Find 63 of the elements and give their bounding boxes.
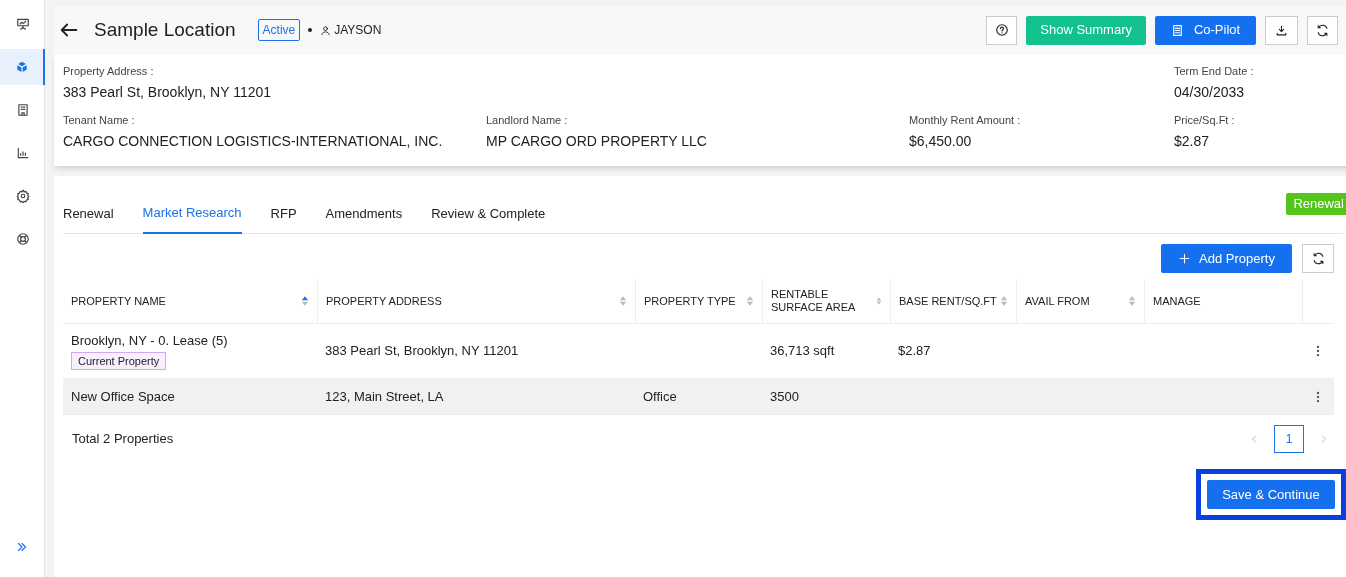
current-property-tag: Current Property <box>71 352 167 370</box>
field-value: CARGO CONNECTION LOGISTICS-INTERNATIONAL, INC. <box>63 132 444 150</box>
table-cell: 36,713 sqft <box>770 343 835 358</box>
refresh-icon <box>1316 23 1329 37</box>
renewal-ribbon: Renewal <box>1286 193 1346 215</box>
tab[interactable]: Market Research <box>142 194 242 234</box>
user-icon <box>320 24 332 36</box>
download-icon <box>1275 23 1288 37</box>
download-button[interactable] <box>1265 15 1298 45</box>
field-value: MP CARGO ORD PROPERTY LLC <box>486 132 708 150</box>
help-button[interactable] <box>986 15 1018 45</box>
bar-chart-icon <box>15 146 30 160</box>
field-label: Monthly Rent Amount : <box>909 113 1022 127</box>
table-cell: 3500 <box>770 388 799 404</box>
table-cell: Brooklyn, NY - 0. Lease (5) <box>71 333 228 348</box>
refresh-icon <box>1311 252 1325 265</box>
table-cell: New Office Space <box>71 388 175 404</box>
tab[interactable]: Review & Complete <box>431 194 546 234</box>
field-value: 04/30/2033 <box>1174 83 1246 101</box>
page-title: Sample Location <box>94 17 236 42</box>
field-label: Term End Date : <box>1174 64 1255 78</box>
field-value: 383 Pearl St, Brooklyn, NY 11201 <box>63 83 273 101</box>
sidebar-item[interactable] <box>0 49 45 85</box>
user-name: JAYSON <box>334 22 382 39</box>
presentation-icon <box>15 17 30 31</box>
building-icon <box>15 103 30 117</box>
status-badge: Active <box>257 19 301 41</box>
table-row[interactable]: New Office Space 123, Main Street, LA Office 3500 <box>63 379 1334 415</box>
sort-icon[interactable] <box>301 295 309 307</box>
total-count: Total 2 Properties <box>71 430 174 449</box>
table-cell: 123, Main Street, LA <box>325 388 444 404</box>
refresh-button[interactable] <box>1302 244 1334 273</box>
save-continue-button[interactable]: Save & Continue <box>1207 480 1335 509</box>
field-label: Price/Sq.Ft : <box>1174 113 1236 127</box>
column-header: MANAGE <box>1153 294 1201 308</box>
column-header: PROPERTY TYPE <box>644 294 736 308</box>
table-cell: Office <box>643 388 677 404</box>
field-label: Tenant Name : <box>63 113 136 127</box>
column-header: PROPERTY NAME <box>71 294 166 308</box>
field-label: Property Address : <box>63 64 155 78</box>
plus-icon <box>1178 252 1192 265</box>
co-pilot-button[interactable]: Co-Pilot <box>1155 15 1256 45</box>
refresh-button[interactable] <box>1307 15 1338 45</box>
table-cell: 383 Pearl St, Brooklyn, NY 11201 <box>325 343 519 358</box>
column-header: AVAIL FROM <box>1025 294 1090 308</box>
lifebuoy-icon <box>15 232 30 246</box>
column-header: BASE RENT/SQ.FT <box>899 294 997 308</box>
column-header: RENTABLE SURFACE AREA <box>771 288 857 314</box>
cube-icon <box>14 60 29 74</box>
help-icon <box>994 23 1009 37</box>
field-label: Landlord Name : <box>486 113 569 127</box>
table-cell: $2.87 <box>898 343 931 358</box>
expand-icon[interactable] <box>15 540 29 554</box>
document-icon <box>1170 23 1184 37</box>
add-property-button[interactable]: Add Property <box>1161 244 1292 273</box>
settings-icon <box>15 189 30 203</box>
tab[interactable]: RFP <box>270 194 297 234</box>
tab[interactable]: Renewal <box>63 194 114 234</box>
tab[interactable]: Amendments <box>325 194 403 234</box>
column-header: PROPERTY ADDRESS <box>326 294 442 308</box>
field-value: $6,450.00 <box>909 132 973 150</box>
page-button[interactable]: 1 <box>1274 425 1304 453</box>
field-value: $2.87 <box>1174 132 1211 150</box>
